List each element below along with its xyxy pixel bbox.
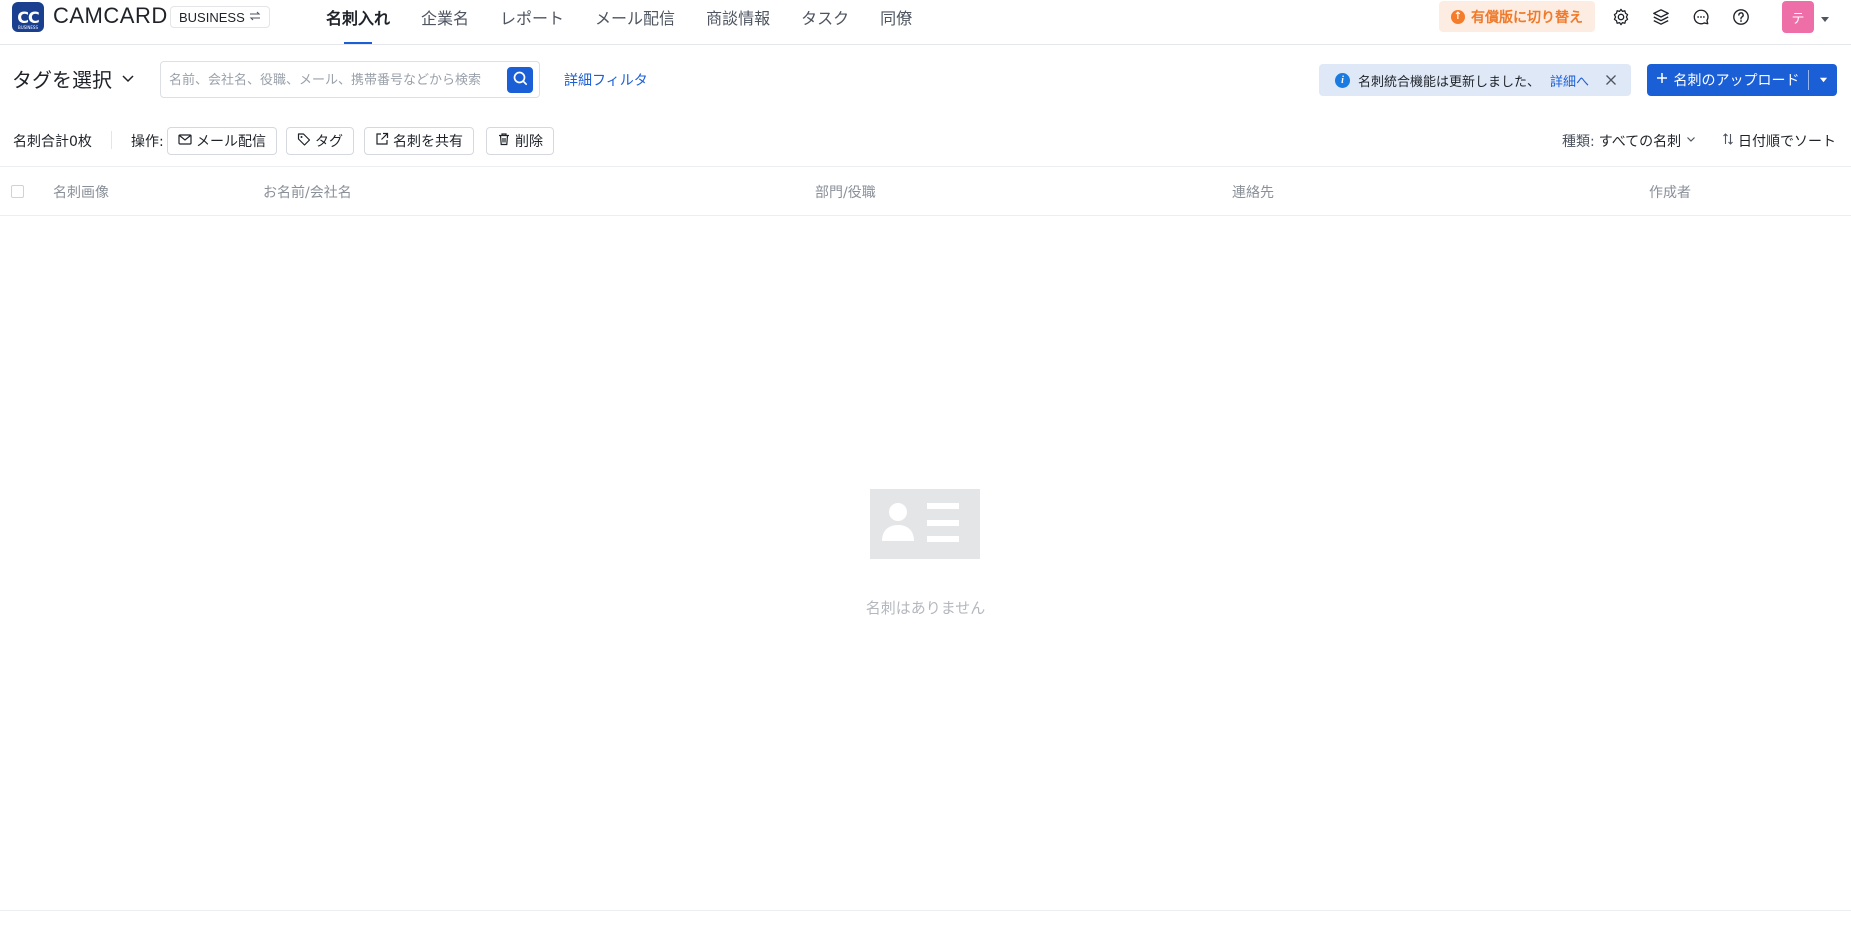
chat-icon[interactable] [1690, 6, 1712, 28]
sort-icon [1722, 132, 1734, 150]
mail-delivery-label: メール配信 [196, 134, 266, 150]
arrow-up-icon: ↑ [1451, 9, 1465, 24]
layers-icon[interactable] [1650, 6, 1672, 28]
share-card-button[interactable]: 名刺を共有 [364, 127, 474, 155]
column-creator: 作成者 [1649, 185, 1691, 201]
chevron-down-icon [120, 67, 136, 91]
divider [0, 910, 1851, 911]
upload-dropdown-button[interactable] [1809, 72, 1837, 88]
tab-colleagues[interactable]: 同僚 [880, 0, 912, 44]
kind-value: すべての名刺 [1598, 134, 1682, 150]
upload-card-button-group: 名刺のアップロード [1647, 64, 1837, 96]
notice-details-link[interactable]: 詳細へ [1550, 71, 1589, 90]
close-icon[interactable] [1605, 74, 1617, 86]
main-nav: 名刺入れ 企業名 レポート メール配信 商談情報 タスク 同僚 [326, 0, 943, 44]
column-contact: 連絡先 [1232, 185, 1274, 201]
plan-switch[interactable]: BUSINESS [170, 6, 270, 28]
column-department-title: 部門/役職 [815, 185, 876, 201]
select-all-checkbox[interactable] [11, 185, 24, 198]
empty-message: 名刺はありません [865, 599, 986, 617]
sort-by-date[interactable]: 日付順でソート [1722, 131, 1836, 151]
business-card-icon [870, 489, 980, 559]
upload-card-button[interactable]: 名刺のアップロード [1647, 70, 1809, 90]
logo-text: CC [17, 7, 40, 27]
column-name-company: お名前/会社名 [263, 185, 352, 201]
tab-card-holder[interactable]: 名刺入れ [326, 0, 390, 44]
tab-mail-delivery[interactable]: メール配信 [595, 0, 675, 44]
mail-delivery-button[interactable]: メール配信 [167, 127, 277, 155]
notice-banner: i 名刺統合機能は更新しました、 詳細へ [1319, 64, 1631, 96]
column-card-image: 名刺画像 [53, 185, 109, 201]
operation-label: 操作: [131, 134, 164, 150]
trash-icon [497, 132, 511, 150]
chevron-down-icon [1685, 133, 1697, 149]
top-bar: CC BUSINESS CAMCARD BUSINESS 名刺入れ 企業名 レポ… [0, 0, 1851, 45]
plus-icon [1656, 72, 1668, 88]
tag-select-label: タグを選択 [12, 68, 112, 92]
upgrade-label: 有償版に切り替え [1471, 9, 1583, 26]
upgrade-button[interactable]: ↑ 有償版に切り替え [1439, 1, 1595, 32]
divider [111, 131, 112, 149]
kind-filter[interactable]: 種類: すべての名刺 [1562, 131, 1697, 151]
delete-label: 削除 [515, 134, 543, 150]
gear-icon[interactable] [1610, 6, 1632, 28]
notice-text: 名刺統合機能は更新しました、 [1358, 74, 1541, 90]
logo-sub: BUSINESS [18, 25, 38, 30]
tag-button[interactable]: タグ [286, 127, 354, 155]
swap-icon [249, 10, 261, 25]
tab-reports[interactable]: レポート [500, 0, 564, 44]
tag-icon [297, 132, 311, 150]
search-button[interactable] [507, 67, 533, 93]
search-icon [512, 70, 528, 90]
share-card-label: 名刺を共有 [393, 134, 463, 150]
tab-companies[interactable]: 企業名 [421, 0, 469, 44]
tag-select[interactable]: タグを選択 [12, 64, 136, 93]
info-icon: i [1335, 72, 1350, 88]
avatar-text: テ [1791, 11, 1805, 27]
caret-down-icon [1819, 72, 1828, 88]
help-icon[interactable] [1730, 6, 1752, 28]
brand-name: CAMCARD [53, 3, 168, 28]
avatar[interactable]: テ [1782, 1, 1814, 33]
plan-label: BUSINESS [179, 9, 245, 25]
tab-tasks[interactable]: タスク [801, 0, 849, 44]
advanced-filter-link[interactable]: 詳細フィルタ [564, 70, 648, 90]
share-icon [375, 132, 389, 150]
caret-down-icon[interactable] [1820, 12, 1830, 28]
delete-button[interactable]: 削除 [486, 127, 554, 155]
tab-deals[interactable]: 商談情報 [706, 0, 770, 44]
camcard-logo[interactable]: CC BUSINESS [12, 2, 44, 32]
kind-label: 種類: [1562, 134, 1595, 150]
search-input[interactable] [169, 68, 489, 92]
sort-label: 日付順でソート [1738, 134, 1836, 150]
table-header: 名刺画像 お名前/会社名 部門/役職 連絡先 作成者 [0, 166, 1851, 216]
card-total: 名刺合計0枚 [13, 134, 92, 150]
search-box [160, 61, 540, 98]
tag-label: タグ [315, 134, 343, 150]
mail-icon [178, 132, 192, 150]
upload-label: 名刺のアップロード [1673, 73, 1800, 89]
